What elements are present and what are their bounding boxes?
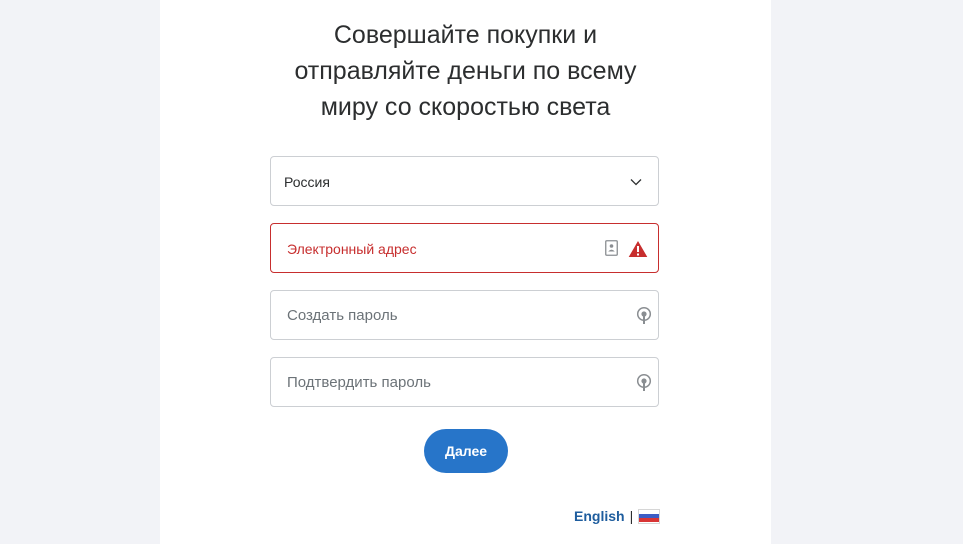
language-switcher: English | xyxy=(574,506,661,526)
next-button[interactable]: Далее xyxy=(424,429,508,473)
signup-card: Совершайте покупки и отправляйте деньги … xyxy=(160,0,771,544)
key-icon[interactable] xyxy=(636,306,652,326)
email-field-placeholder: Электронный адрес xyxy=(287,241,417,257)
country-select-value: Россия xyxy=(284,174,330,190)
page-title: Совершайте покупки и отправляйте деньги … xyxy=(294,21,637,121)
chevron-down-icon xyxy=(630,179,642,186)
language-separator: | xyxy=(629,508,634,524)
email-field[interactable]: Электронный адрес xyxy=(270,223,659,273)
russia-flag-icon[interactable] xyxy=(638,508,661,524)
country-select[interactable]: Россия xyxy=(270,156,659,206)
key-icon[interactable] xyxy=(636,373,652,393)
contact-card-icon[interactable] xyxy=(605,240,618,256)
password-field-placeholder: Создать пароль xyxy=(287,307,398,324)
password-field[interactable]: Создать пароль xyxy=(270,290,659,340)
confirm-password-field[interactable]: Подтвердить пароль xyxy=(270,357,659,407)
english-language-link[interactable]: English xyxy=(574,508,625,524)
confirm-password-field-placeholder: Подтвердить пароль xyxy=(287,374,431,391)
warning-icon xyxy=(628,241,648,257)
